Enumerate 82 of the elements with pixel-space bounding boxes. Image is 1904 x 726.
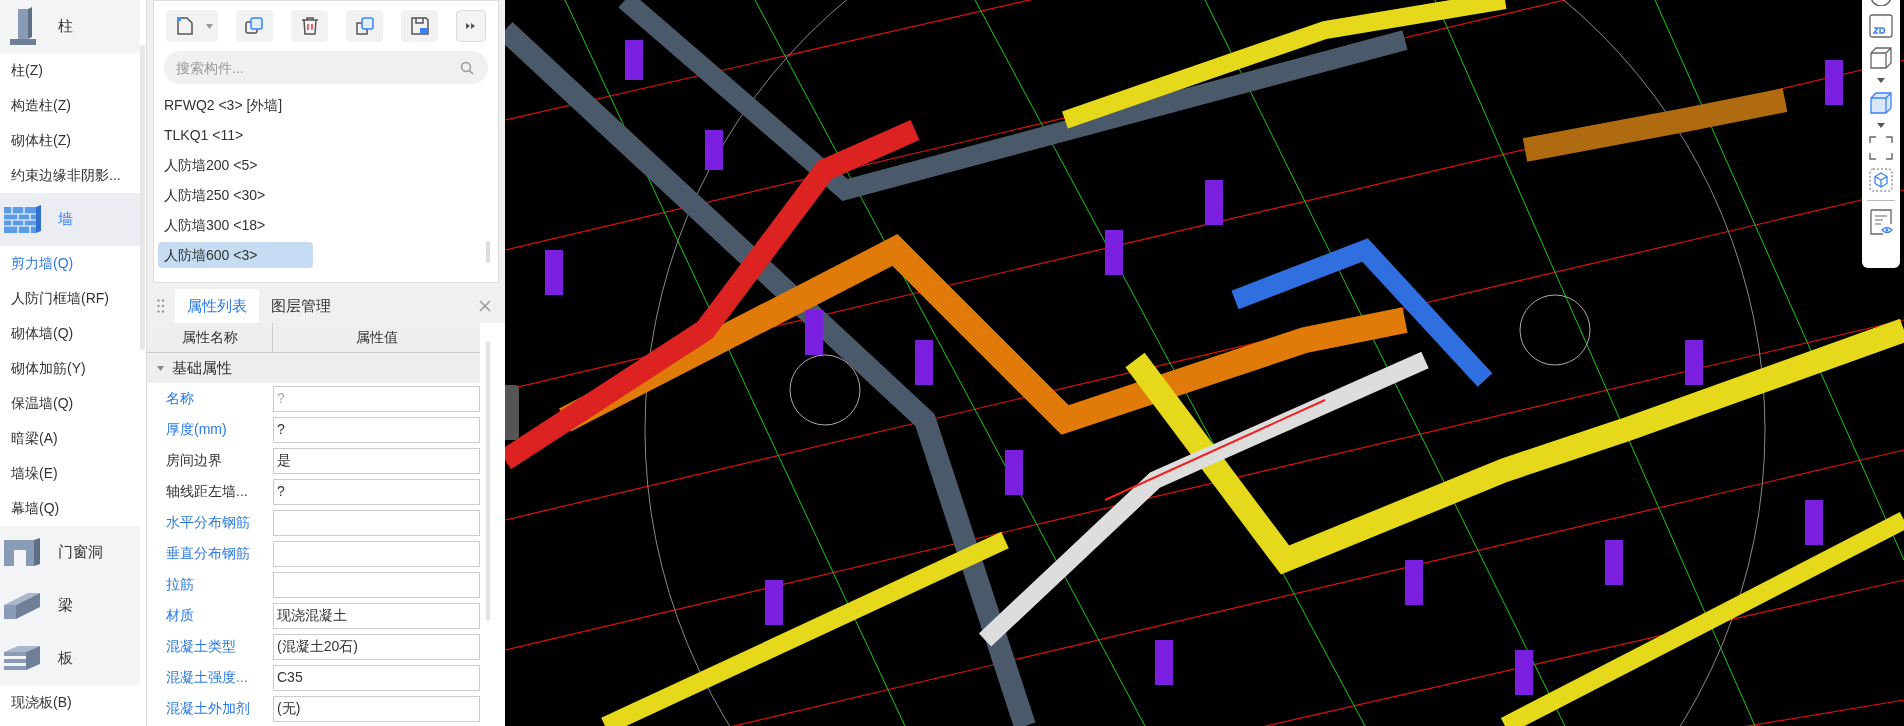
panel-tab[interactable]: 属性列表 <box>175 289 259 323</box>
sidebar-item[interactable]: 砌体柱(Z) <box>0 123 140 158</box>
double-chevron-icon <box>466 22 477 30</box>
sidebar-item[interactable]: 砌体加筋(Y) <box>0 351 140 386</box>
component-item[interactable]: 人防墙300 <18> <box>158 212 313 238</box>
sidebar-item[interactable]: 构造柱(Z) <box>0 88 140 123</box>
property-value-field[interactable]: ? <box>273 416 480 443</box>
scrollbar[interactable] <box>486 241 490 263</box>
property-name: 房间边界 <box>165 451 223 470</box>
property-name: 轴线距左墙... <box>165 482 249 501</box>
cube-icon[interactable] <box>1869 91 1893 115</box>
caret-icon[interactable] <box>1877 78 1885 83</box>
trash-icon <box>300 16 319 36</box>
property-name: 混凝土外加剂 <box>165 699 251 718</box>
property-value-field[interactable] <box>273 540 480 567</box>
property-name: 水平分布钢筋 <box>165 513 251 532</box>
property-name: 厚度(mm) <box>165 420 228 439</box>
sidebar-item[interactable]: 暗梁(A) <box>0 421 140 456</box>
duplicate-button[interactable] <box>346 10 384 42</box>
sidebar-item[interactable]: 柱(Z) <box>0 53 140 88</box>
sidebar-item[interactable]: 约束边缘非阴影... <box>0 158 140 193</box>
category-tab[interactable]: 门窗洞 <box>0 526 140 579</box>
sidebar-item[interactable]: 墙垛(E) <box>0 456 140 491</box>
document-eye-icon[interactable] <box>1869 209 1893 235</box>
collapse-handle[interactable] <box>505 385 519 440</box>
component-item[interactable]: 人防墙200 <5> <box>158 152 313 178</box>
save-button[interactable] <box>401 10 439 42</box>
drag-handle-icon[interactable] <box>157 299 165 313</box>
new-component-button[interactable] <box>166 10 218 42</box>
dashed-cube-icon[interactable] <box>1869 168 1893 192</box>
search-icon <box>460 61 474 75</box>
column-header: 属性名称 <box>147 323 273 352</box>
door-frame-icon <box>4 537 42 568</box>
property-value-field[interactable]: (无) <box>273 695 480 722</box>
brick-wall-icon <box>4 204 42 235</box>
copy-button[interactable] <box>235 10 273 42</box>
expand-button[interactable] <box>456 10 487 42</box>
panel-tab[interactable]: 图层管理 <box>259 289 343 323</box>
property-value-field[interactable]: ? <box>273 478 480 505</box>
property-name: 混凝土类型 <box>165 637 237 656</box>
component-item[interactable]: TLKQ1 <11> <box>158 122 313 148</box>
property-name: 拉筋 <box>165 575 195 594</box>
category-tab[interactable]: 板 <box>0 632 140 685</box>
delete-button[interactable] <box>291 10 329 42</box>
category-tab[interactable]: 柱 <box>0 0 140 53</box>
property-value-field[interactable]: 现浇混凝土 <box>273 602 480 629</box>
fullscreen-icon[interactable] <box>1869 136 1893 160</box>
2d-view-icon[interactable] <box>1869 14 1893 38</box>
sidebar-item[interactable]: 幕墙(Q) <box>0 491 140 526</box>
caret-icon[interactable] <box>1877 123 1885 128</box>
property-value-field[interactable] <box>273 509 480 536</box>
sidebar-item[interactable]: 保温墙(Q) <box>0 386 140 421</box>
caret-icon <box>206 23 213 29</box>
component-item[interactable]: 人防墙250 <30> <box>158 182 313 208</box>
sidebar-item[interactable]: 人防门框墙(RF) <box>0 281 140 316</box>
component-item[interactable]: RFWQ2 <3> [外墙] <box>158 92 313 118</box>
cad-3d-model-drawing[interactable] <box>505 0 1904 726</box>
property-group-header[interactable]: 基础属性 <box>147 353 480 383</box>
property-value-field[interactable] <box>273 571 480 598</box>
caret-icon <box>157 365 164 371</box>
property-value-field[interactable]: C35 <box>273 664 480 691</box>
close-icon <box>479 300 491 312</box>
property-value-field[interactable]: 是 <box>273 447 480 474</box>
category-tab[interactable]: 梁 <box>0 579 140 632</box>
stacked-pages-icon <box>354 16 375 36</box>
copy-icon <box>244 16 265 36</box>
sidebar-item[interactable]: 剪力墙(Q) <box>0 246 140 281</box>
beam-icon <box>4 590 42 621</box>
property-name: 垂直分布钢筋 <box>165 544 251 563</box>
sidebar-item[interactable]: 砌体墙(Q) <box>0 316 140 351</box>
scrollbar[interactable] <box>140 45 145 350</box>
cube-outline-icon[interactable] <box>1869 46 1893 70</box>
new-file-icon <box>176 16 194 36</box>
property-name: 材质 <box>165 606 195 625</box>
property-name: 名称 <box>165 389 195 408</box>
column-header: 属性值 <box>354 328 399 347</box>
search-field[interactable]: 搜索构件... <box>164 51 488 84</box>
sidebar-item[interactable]: 现浇板(B) <box>0 685 140 720</box>
property-value-field[interactable]: (混凝土20石) <box>273 633 480 660</box>
component-item[interactable]: 人防墙600 <3> <box>158 242 313 268</box>
close-button[interactable] <box>479 299 493 313</box>
property-name: 混凝土强度... <box>165 668 249 687</box>
